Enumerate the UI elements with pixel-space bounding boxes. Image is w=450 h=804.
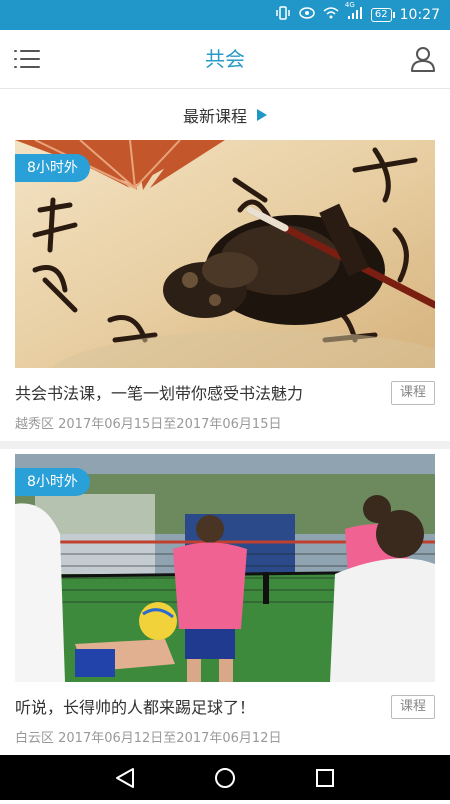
course-meta: 越秀区 2017年06月15日至2017年06月15日 bbox=[15, 417, 282, 432]
section-title: 最新课程 bbox=[182, 107, 247, 126]
home-icon[interactable] bbox=[195, 755, 255, 800]
back-icon[interactable] bbox=[95, 755, 155, 800]
duration-badge: 8小时外 bbox=[15, 154, 90, 182]
user-icon[interactable] bbox=[410, 45, 436, 73]
recent-apps-icon[interactable] bbox=[295, 755, 355, 800]
course-tag[interactable]: 课程 bbox=[391, 695, 435, 719]
wifi-icon bbox=[323, 7, 339, 23]
cellular-signal-icon: 4G bbox=[345, 1, 363, 23]
course-tag[interactable]: 课程 bbox=[391, 381, 435, 405]
course-meta: 白云区 2017年06月12日至2017年06月12日 bbox=[15, 731, 282, 746]
eye-icon bbox=[299, 7, 315, 23]
divider bbox=[0, 441, 450, 449]
status-bar: 4G 62 10:27 bbox=[0, 0, 450, 30]
course-title[interactable]: 听说，长得帅的人都来踢足球了！ bbox=[15, 694, 255, 718]
page-title: 共会 bbox=[205, 47, 245, 71]
play-arrow-icon bbox=[257, 109, 267, 121]
system-navigation-bar bbox=[0, 755, 450, 800]
status-time: 10:27 bbox=[399, 7, 440, 23]
vibrate-icon bbox=[275, 6, 291, 24]
network-type-label: 4G bbox=[344, 1, 355, 9]
duration-badge: 8小时外 bbox=[15, 468, 90, 496]
app-header: 共会 bbox=[0, 30, 450, 89]
course-card[interactable]: 8小时外 听说，长得帅的人都来踢足球了！ 课程 白云区 2017年06月12日至… bbox=[0, 454, 450, 754]
status-icons: 4G 62 10:27 bbox=[275, 0, 440, 30]
course-title[interactable]: 共会书法课，一笔一划带你感受书法魅力 bbox=[15, 380, 303, 404]
section-heading[interactable]: 最新课程 bbox=[0, 100, 450, 130]
battery-indicator: 62 bbox=[370, 8, 395, 22]
course-card[interactable]: 8小时外 共会书法课，一笔一划带你感受书法魅力 课程 越秀区 2017年06月1… bbox=[0, 140, 450, 440]
